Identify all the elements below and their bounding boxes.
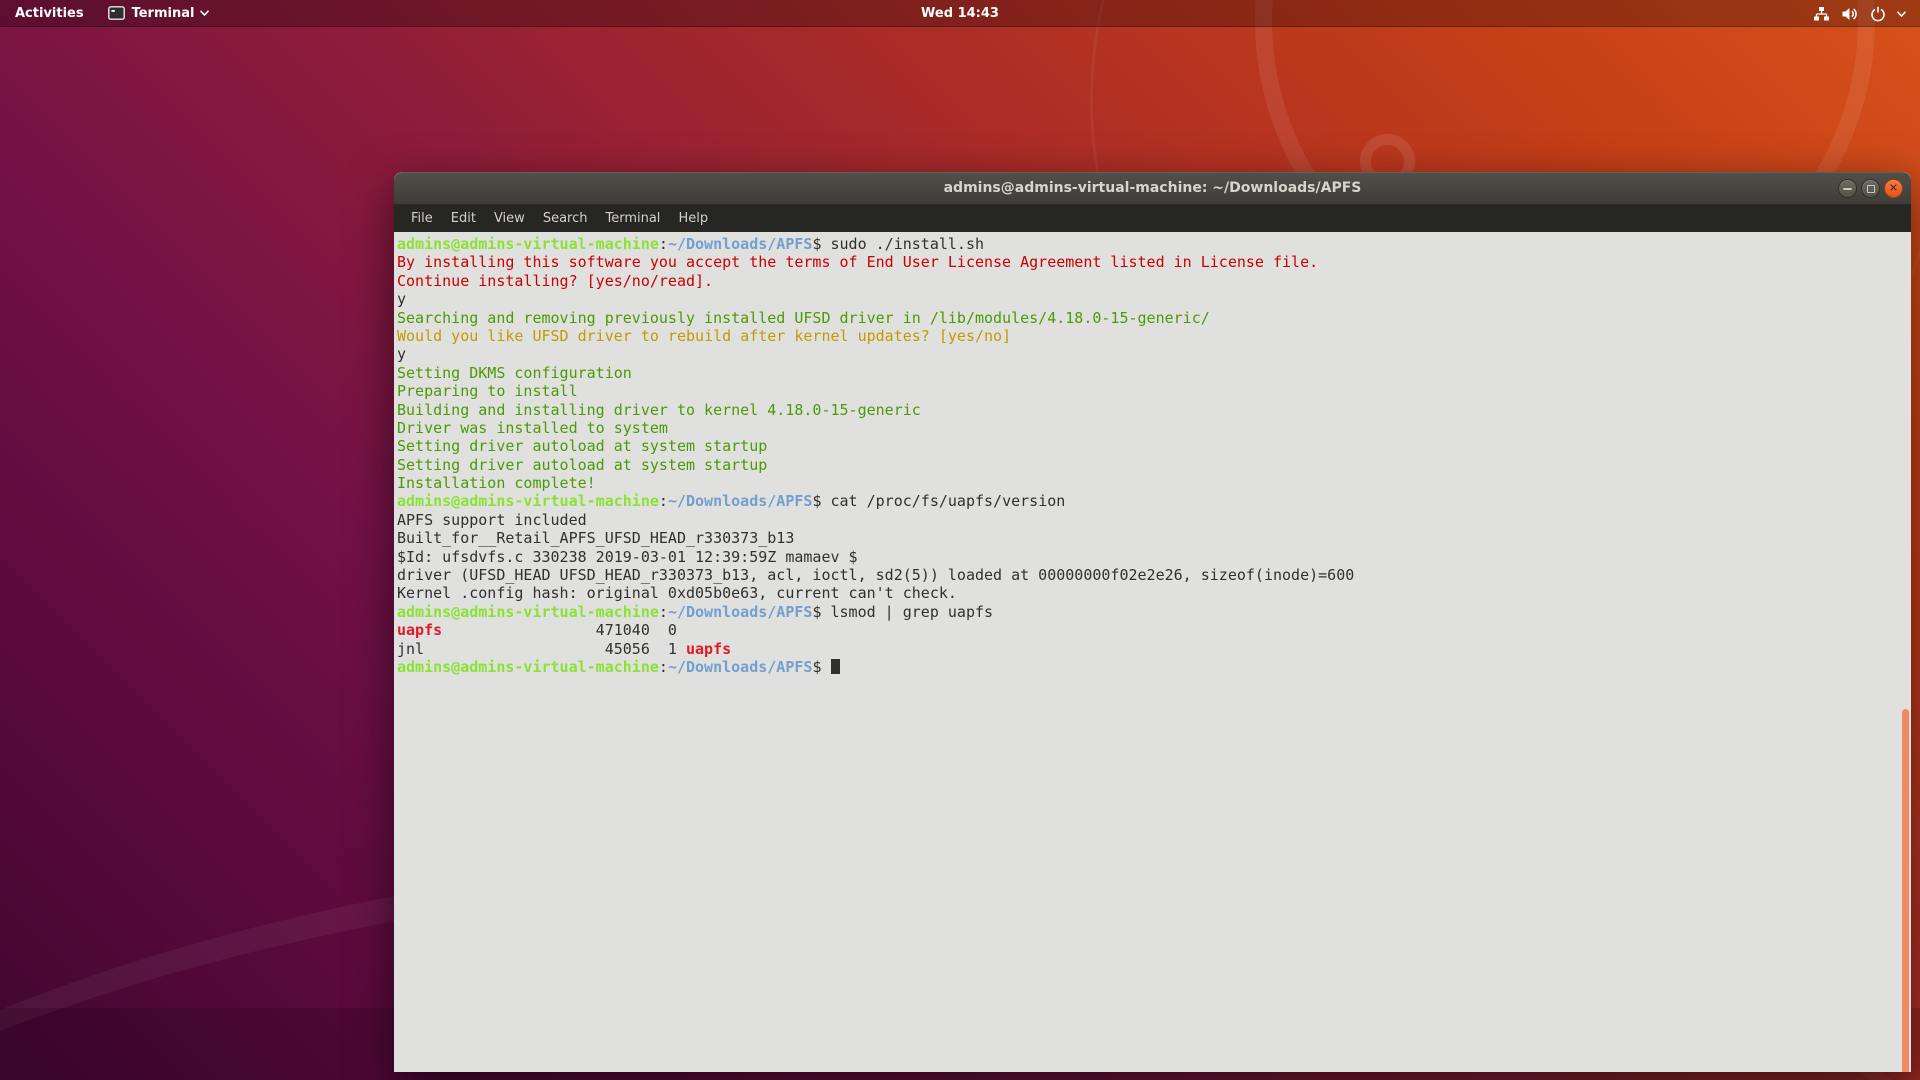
- terminal-line: admins@admins-virtual-machine:~/Download…: [397, 602, 994, 621]
- terminal-line: uapfs 471040 0: [397, 621, 677, 640]
- terminal-line: Setting DKMS configuration: [397, 363, 632, 382]
- window-menubar: File Edit View Search Terminal Help: [394, 205, 1911, 232]
- terminal-line: Built_for__Retail_APFS_UFSD_HEAD_r330373…: [397, 529, 795, 548]
- terminal-line: Would you like UFSD driver to rebuild af…: [397, 326, 1012, 345]
- terminal-cursor: [830, 658, 840, 674]
- terminal-line: y: [397, 345, 407, 364]
- desktop: Activities Terminal Wed 14:43 admins@adm…: [0, 0, 1920, 1080]
- minimize-icon: [1843, 187, 1852, 190]
- power-icon: [1871, 6, 1885, 21]
- system-tray[interactable]: [1803, 0, 1920, 27]
- clock: Wed 14:43: [0, 6, 1920, 21]
- window-titlebar[interactable]: admins@admins-virtual-machine: ~/Downloa…: [394, 172, 1911, 205]
- terminal-line: By installing this software you accept t…: [397, 253, 1319, 272]
- top-bar: Activities Terminal Wed 14:43: [0, 0, 1920, 27]
- terminal-line: Installation complete!: [397, 474, 596, 493]
- terminal-line: APFS support included: [397, 510, 587, 529]
- terminal-line: Kernel .config hash: original 0xd05b0e63…: [397, 584, 957, 603]
- terminal-line: Continue installing? [yes/no/read].: [397, 271, 714, 290]
- terminal-line: admins@admins-virtual-machine:~/Download…: [397, 658, 1911, 676]
- chevron-down-icon: [200, 10, 210, 16]
- clock-text[interactable]: Wed 14:43: [921, 6, 999, 21]
- menu-item-search[interactable]: Search: [534, 205, 597, 232]
- terminal-line: y: [397, 290, 407, 309]
- app-menu-button[interactable]: Terminal: [96, 0, 222, 26]
- terminal-line: Driver was installed to system: [397, 418, 668, 437]
- terminal-line: Setting driver autoload at system startu…: [397, 455, 768, 474]
- menu-item-view[interactable]: View: [485, 205, 534, 232]
- terminal-line: Searching and removing previously instal…: [397, 308, 1210, 327]
- terminal-line: Building and installing driver to kernel…: [397, 400, 921, 419]
- scrollbar-thumb[interactable]: [1902, 709, 1909, 1072]
- menu-item-file[interactable]: File: [402, 205, 442, 232]
- volume-icon: [1842, 7, 1857, 20]
- terminal-app-icon: [107, 6, 125, 20]
- activities-button[interactable]: Activities: [0, 0, 96, 26]
- terminal-line: $Id: ufsdvfs.c 330238 2019-03-01 12:39:5…: [397, 547, 858, 566]
- close-button[interactable]: ✕: [1884, 179, 1903, 198]
- chevron-down-icon: [1897, 10, 1906, 17]
- terminal-line: driver (UFSD_HEAD UFSD_HEAD_r330373_b13,…: [397, 566, 1355, 585]
- menu-item-terminal[interactable]: Terminal: [596, 205, 669, 232]
- terminal-output[interactable]: admins@admins-virtual-machine:~/Download…: [394, 232, 1911, 1072]
- terminal-line: jnl 45056 1 uapfs: [397, 639, 732, 658]
- window-title: admins@admins-virtual-machine: ~/Downloa…: [943, 180, 1362, 196]
- maximize-button[interactable]: [1861, 179, 1880, 198]
- terminal-window: admins@admins-virtual-machine: ~/Downloa…: [394, 172, 1911, 1072]
- terminal-line: Preparing to install: [397, 382, 578, 401]
- network-icon: [1814, 6, 1829, 20]
- app-menu-label: Terminal: [131, 5, 195, 21]
- menu-item-edit[interactable]: Edit: [442, 205, 485, 232]
- terminal-line: admins@admins-virtual-machine:~/Download…: [397, 492, 1066, 511]
- terminal-line: admins@admins-virtual-machine:~/Download…: [397, 235, 985, 253]
- minimize-button[interactable]: [1838, 179, 1857, 198]
- close-icon: ✕: [1888, 181, 1899, 195]
- terminal-line: Setting driver autoload at system startu…: [397, 437, 768, 456]
- menu-item-help[interactable]: Help: [669, 205, 717, 232]
- window-controls: ✕: [1838, 172, 1903, 205]
- maximize-icon: [1866, 184, 1875, 193]
